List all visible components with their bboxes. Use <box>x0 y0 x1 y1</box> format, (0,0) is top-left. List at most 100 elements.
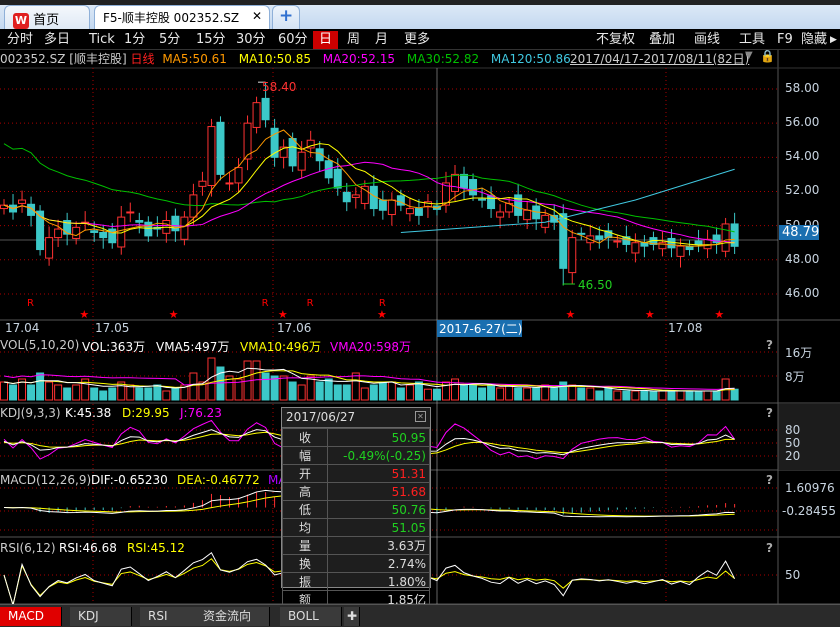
high-annotation: 58.40 <box>262 80 297 94</box>
candle-body <box>559 213 568 269</box>
popup-value: 1.80% <box>327 572 430 591</box>
volume-bar <box>676 390 685 401</box>
data-popup: 2017/06/27 ✕ 收 50.95 幅 -0.49%(-0.25) 开 51.31 高… <box>281 407 431 609</box>
popup-row: 开 51.31 <box>282 464 430 483</box>
popup-row: 低 50.76 <box>282 500 430 519</box>
help-icon[interactable]: ? <box>766 541 773 555</box>
popup-value: 51.05 <box>327 518 430 537</box>
candle-body <box>577 232 586 235</box>
volume-bar <box>36 372 45 401</box>
macd-dif: DIF:-0.65230 <box>91 473 168 487</box>
volume-bar <box>333 384 342 401</box>
date-tick: 17.08 <box>668 321 703 335</box>
r-mark: R <box>307 298 314 309</box>
candle-body <box>721 223 730 252</box>
volume-bar <box>63 387 72 401</box>
vma10-value: VMA10:496万 <box>240 340 321 354</box>
volume-bar <box>712 390 721 401</box>
volume-bar <box>478 387 487 401</box>
volume-bar <box>685 390 694 401</box>
candle-body <box>595 235 604 240</box>
candle-body <box>514 194 523 216</box>
star-icon: ★ <box>169 308 179 321</box>
volume-bar <box>342 384 351 401</box>
popup-value: -0.49%(-0.25) <box>327 446 430 465</box>
volume-bar <box>658 390 667 401</box>
popup-row: 量 3.63万 <box>282 536 430 555</box>
help-icon[interactable]: ? <box>766 473 773 487</box>
candle-body <box>667 237 676 249</box>
candle-body <box>523 209 532 221</box>
volume-bar <box>423 388 432 401</box>
popup-key: 高 <box>282 482 328 501</box>
volume-bar <box>261 372 270 401</box>
volume-bar <box>523 387 532 401</box>
price-tick: 58.00 <box>785 81 820 95</box>
kdj-tick: 50 <box>785 436 801 450</box>
volume-bar <box>640 390 649 401</box>
volume-bar <box>703 390 712 401</box>
volume-bar <box>90 387 99 401</box>
volume-bar <box>288 381 297 401</box>
candle-body <box>261 97 270 121</box>
candle-body <box>685 245 694 251</box>
popup-value: 50.76 <box>327 500 430 519</box>
popup-date: 2017/06/27 <box>286 410 356 424</box>
volume-bar <box>604 387 613 401</box>
vol-tick: 16万 <box>785 346 813 360</box>
star-icon: ★ <box>566 308 576 321</box>
volume-bar <box>9 384 18 401</box>
candle-body <box>99 231 108 239</box>
volume-bar <box>622 390 631 401</box>
candle-body <box>189 194 198 218</box>
help-icon[interactable]: ? <box>766 406 773 420</box>
r-mark: R <box>27 298 34 309</box>
candle-body <box>631 242 640 254</box>
volume-bar <box>432 388 441 401</box>
price-tick: 48.00 <box>785 251 820 266</box>
candle-body <box>18 199 27 204</box>
crosshair-date: 2017-6-27(二) <box>437 320 523 337</box>
volume-bar <box>514 387 523 401</box>
indicator-tab-3[interactable]: 资金流向 <box>195 607 270 626</box>
indicator-tab-1[interactable]: KDJ <box>70 607 132 626</box>
indicator-tabs: MACD KDJ RSI 资金流向 BOLL ✚ <box>0 604 840 627</box>
volume-bar <box>577 387 586 401</box>
popup-row: 换 2.74% <box>282 554 430 573</box>
volume-bar <box>451 378 459 401</box>
candle-body <box>225 182 234 185</box>
kdj-tick: 80 <box>785 423 801 437</box>
popup-key: 换 <box>282 554 328 573</box>
star-icon: ★ <box>714 308 724 321</box>
date-tick: 17.06 <box>277 321 312 335</box>
volume-bar <box>216 366 225 401</box>
popup-row: 高 51.68 <box>282 482 430 501</box>
volume-bar <box>586 387 595 401</box>
kdj-j: J:76.23 <box>180 406 222 420</box>
volume-bar <box>162 390 171 401</box>
volume-bar <box>72 384 81 401</box>
volume-bar <box>315 381 324 401</box>
indicator-tab-0[interactable]: MACD <box>0 607 62 626</box>
popup-key: 振 <box>282 572 328 591</box>
popup-key: 均 <box>282 518 328 537</box>
volume-bar <box>144 387 153 401</box>
help-icon[interactable]: ? <box>766 338 773 352</box>
popup-value: 51.68 <box>327 482 430 501</box>
low-marker <box>562 283 575 286</box>
add-indicator-button[interactable]: ✚ <box>344 607 360 626</box>
candle-body <box>378 199 387 211</box>
candle-body <box>342 191 351 203</box>
indicator-tab-4[interactable]: BOLL <box>280 607 342 626</box>
close-icon[interactable]: ✕ <box>415 411 426 422</box>
candle-body <box>351 194 360 198</box>
volume-bar <box>694 390 703 401</box>
vol-value: VOL:363万 <box>82 340 146 354</box>
rsi-2: RSI:45.12 <box>127 541 185 555</box>
kdj-d: D:29.95 <box>122 406 170 420</box>
vma20-value: VMA20:598万 <box>330 340 411 354</box>
volume-bar <box>613 390 622 401</box>
indicator-tab-2[interactable]: RSI <box>140 607 202 626</box>
volume-bar <box>27 384 36 401</box>
volume-bar <box>405 384 414 401</box>
